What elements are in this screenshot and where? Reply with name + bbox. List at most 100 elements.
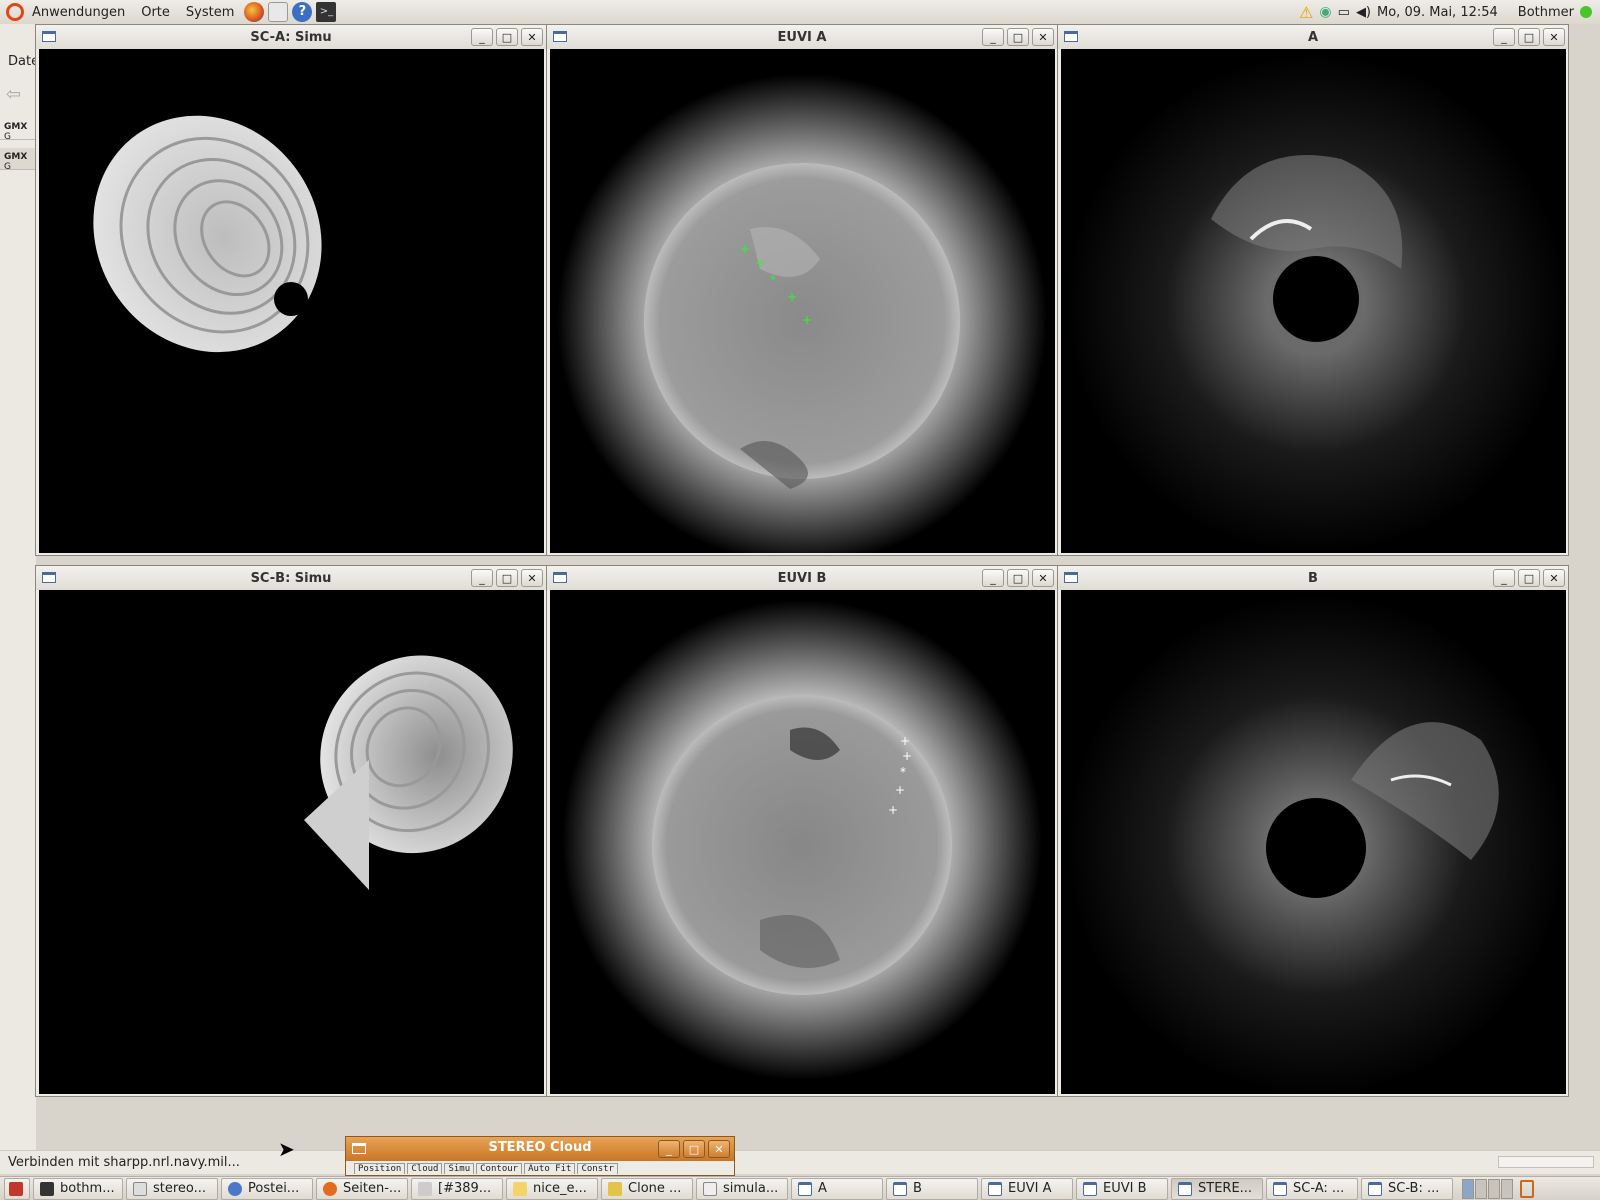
minimize-button[interactable]: _ — [1493, 28, 1515, 46]
window-euvi-a[interactable]: EUVI A _ □ ✕ + + * + + — [546, 24, 1058, 556]
tab-position[interactable]: Position — [354, 1163, 406, 1174]
svg-text:+: + — [802, 313, 812, 327]
maximize-button[interactable]: □ — [1518, 569, 1540, 587]
close-button[interactable]: ✕ — [708, 1140, 730, 1158]
taskbar-item[interactable]: B — [886, 1177, 978, 1200]
browser-tab[interactable]: GMX G — [0, 148, 36, 172]
taskbar-item[interactable]: Seiten-... — [316, 1177, 408, 1200]
close-button[interactable]: ✕ — [521, 28, 543, 46]
simulation-image — [39, 49, 544, 553]
help-launcher-icon[interactable]: ? — [292, 2, 313, 22]
taskbar-item[interactable]: [#389... — [411, 1177, 503, 1200]
menu-orte[interactable]: Orte — [133, 5, 178, 20]
volume-icon[interactable]: ◀) — [1356, 5, 1371, 20]
taskbar-item[interactable]: Clone ... — [601, 1177, 693, 1200]
minimize-button[interactable]: _ — [471, 28, 493, 46]
ubuntu-logo-icon[interactable] — [6, 3, 24, 21]
minimize-button[interactable]: _ — [658, 1140, 680, 1158]
maximize-button[interactable]: □ — [1518, 28, 1540, 46]
mail-launcher-icon[interactable] — [268, 2, 289, 22]
show-desktop-button[interactable] — [4, 1177, 30, 1200]
taskbar-item[interactable]: stereo... — [126, 1177, 218, 1200]
terminal-icon — [40, 1181, 54, 1196]
svg-text:+: + — [900, 734, 910, 748]
window-icon — [1368, 1181, 1382, 1196]
taskbar-item[interactable]: simula... — [696, 1177, 788, 1200]
taskbar-item[interactable]: bothm... — [33, 1177, 123, 1200]
window-sc-a-simu[interactable]: SC-A: Simu _ □ ✕ — [35, 24, 547, 556]
euvi-sun-image: + + * + + — [550, 49, 1055, 553]
taskbar-item[interactable]: EUVI B — [1076, 1177, 1168, 1200]
euvi-sun-image: + + * + + — [550, 590, 1055, 1094]
titlebar[interactable]: B _ □ ✕ — [1058, 566, 1568, 590]
warning-icon[interactable]: ⚠ — [1299, 3, 1313, 22]
taskbar-item[interactable]: SC-B: ... — [1361, 1177, 1453, 1200]
maximize-button[interactable]: □ — [496, 28, 518, 46]
tab-simu[interactable]: Simu — [444, 1163, 475, 1174]
svg-text:+: + — [740, 242, 750, 256]
window-icon — [988, 1181, 1002, 1196]
window-sc-b-simu[interactable]: SC-B: Simu _ □ ✕ — [35, 565, 547, 1097]
background-browser: Date ⇦ GMX G GMX G — [0, 24, 39, 1150]
svg-text:*: * — [770, 273, 776, 287]
tab-contour[interactable]: Contour — [476, 1163, 523, 1174]
window-stereo-cloud[interactable]: STEREO Cloud _ □ ✕ Position Cloud Simu C… — [345, 1136, 735, 1176]
tab-auto-fit[interactable]: Auto Fit — [524, 1163, 576, 1174]
minimize-button[interactable]: _ — [982, 569, 1004, 587]
menu-system[interactable]: System — [178, 5, 242, 20]
minimize-button[interactable]: _ — [471, 569, 493, 587]
maximize-button[interactable]: □ — [496, 569, 518, 587]
tab-constr[interactable]: Constr — [577, 1163, 618, 1174]
titlebar[interactable]: EUVI A _ □ ✕ — [547, 25, 1057, 49]
taskbar-item[interactable]: STERE... — [1171, 1177, 1263, 1200]
svg-text:+: + — [755, 256, 765, 270]
svg-text:+: + — [888, 803, 898, 817]
titlebar[interactable]: EUVI B _ □ ✕ — [547, 566, 1057, 590]
taskbar-item[interactable]: SC-A: ... — [1266, 1177, 1358, 1200]
workspace-switcher[interactable] — [1462, 1178, 1513, 1199]
back-arrow-icon[interactable]: ⇦ — [6, 84, 28, 105]
mouse-pointer-icon: ➤ — [278, 1137, 295, 1161]
window-icon — [893, 1181, 907, 1196]
window-title: SC-A: Simu — [250, 29, 332, 45]
display-icon[interactable]: ▭ — [1338, 5, 1350, 20]
maximize-button[interactable]: □ — [1007, 28, 1029, 46]
taskbar-item[interactable]: nice_e... — [506, 1177, 598, 1200]
minimize-button[interactable]: _ — [982, 28, 1004, 46]
titlebar[interactable]: SC-B: Simu _ □ ✕ — [36, 566, 546, 590]
taskbar-item[interactable]: Postei... — [221, 1177, 313, 1200]
svg-text:+: + — [787, 290, 797, 304]
user-name[interactable]: Bothmer — [1518, 5, 1574, 20]
menu-anwendungen[interactable]: Anwendungen — [24, 5, 133, 20]
status-text: Verbinden mit sharpp.nrl.navy.mil... — [8, 1155, 240, 1170]
taskbar-item[interactable]: A — [791, 1177, 883, 1200]
browser-tab[interactable]: GMX G — [0, 118, 36, 142]
maximize-button[interactable]: □ — [683, 1140, 705, 1158]
close-button[interactable]: ✕ — [1032, 569, 1054, 587]
window-euvi-b[interactable]: EUVI B _ □ ✕ + + * + + — [546, 565, 1058, 1097]
window-a[interactable]: A _ □ ✕ — [1057, 24, 1569, 556]
close-button[interactable]: ✕ — [521, 569, 543, 587]
taskbar-item[interactable]: EUVI A — [981, 1177, 1073, 1200]
clock[interactable]: Mo, 09. Mai, 12:54 — [1377, 5, 1498, 20]
firefox-launcher-icon[interactable] — [244, 2, 265, 22]
close-button[interactable]: ✕ — [1543, 569, 1565, 587]
trash-icon[interactable] — [1520, 1179, 1534, 1198]
terminal-launcher-icon[interactable]: >_ — [316, 2, 337, 22]
window-b[interactable]: B _ □ ✕ — [1057, 565, 1569, 1097]
svg-text:+: + — [902, 749, 912, 763]
network-icon[interactable]: ◉ — [1319, 4, 1331, 20]
close-button[interactable]: ✕ — [1032, 28, 1054, 46]
window-title: EUVI B — [777, 570, 827, 586]
close-button[interactable]: ✕ — [1543, 28, 1565, 46]
minimize-button[interactable]: _ — [1493, 569, 1515, 587]
window-title: EUVI A — [777, 29, 827, 45]
titlebar[interactable]: A _ □ ✕ — [1058, 25, 1568, 49]
tab-cloud[interactable]: Cloud — [407, 1163, 443, 1174]
maximize-button[interactable]: □ — [1007, 569, 1029, 587]
document-icon — [133, 1181, 147, 1196]
window-icon — [1273, 1181, 1287, 1196]
titlebar[interactable]: SC-A: Simu _ □ ✕ — [36, 25, 546, 49]
titlebar[interactable]: STEREO Cloud _ □ ✕ — [346, 1137, 734, 1161]
top-panel: Anwendungen Orte System ? >_ ⚠ ◉ ▭ ◀) Mo… — [0, 0, 1600, 24]
